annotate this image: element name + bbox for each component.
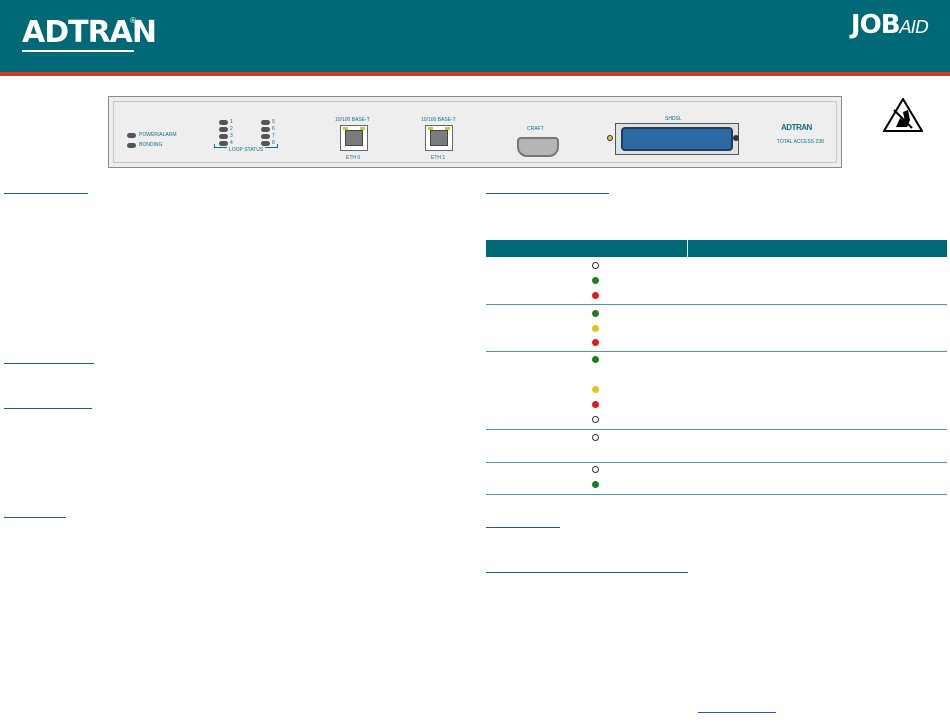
loop-number-5: 5 xyxy=(272,119,275,125)
section-rule-2 xyxy=(4,363,94,364)
led-table-row-divider xyxy=(486,351,947,352)
loop-number-6: 6 xyxy=(272,126,275,132)
led-table-row-divider xyxy=(486,429,947,430)
shdsl-right-screw xyxy=(733,135,739,141)
bonding-led xyxy=(127,143,136,148)
loop-led-2 xyxy=(219,127,228,132)
led-dot-yellow xyxy=(592,386,599,393)
led-dot-red xyxy=(592,401,599,408)
led-dot-off xyxy=(592,466,599,473)
led-table-row-divider xyxy=(486,304,947,305)
header-rule xyxy=(0,72,950,76)
esd-warning-icon xyxy=(883,98,923,132)
eth1-link-led xyxy=(428,127,433,130)
led-dot-green xyxy=(592,356,599,363)
eth1-activity-led xyxy=(445,127,450,130)
section-rule-6 xyxy=(486,527,560,528)
led-dot-green xyxy=(592,277,599,284)
led-table-bottom-rule xyxy=(486,494,947,495)
loop-led-3 xyxy=(219,134,228,139)
led-dot-yellow xyxy=(592,325,599,332)
section-rule-1 xyxy=(4,193,88,194)
eth0-activity-led xyxy=(360,127,365,130)
front-panel-illustration: POWER/ALARM BONDING 1 2 3 4 5 6 7 8 LOOP… xyxy=(108,96,842,168)
led-dot-off xyxy=(592,434,599,441)
header-bar: ADTRAN ® JOBAID xyxy=(0,0,950,72)
craft-port xyxy=(517,137,559,157)
loop-number-3: 3 xyxy=(230,133,233,139)
panel-adtran-logo: ADTRAN xyxy=(781,123,812,132)
shdsl-left-screw xyxy=(607,135,613,141)
eth1-port-socket xyxy=(430,130,448,146)
led-dot-green xyxy=(592,481,599,488)
led-table-header xyxy=(486,240,947,257)
shdsl-connector xyxy=(621,127,733,151)
hyperlink-underline[interactable] xyxy=(698,712,776,713)
loop-led-1 xyxy=(219,120,228,125)
led-dot-off xyxy=(592,416,599,423)
model-label: TOTAL ACCESS 238 xyxy=(777,139,824,145)
power-alarm-label: POWER/ALARM xyxy=(139,132,177,138)
job-aid-page: ADTRAN ® JOBAID POWER/ALARM BONDING 1 2 … xyxy=(0,0,950,725)
loop-led-6 xyxy=(261,127,270,132)
eth0-label: ETH 0 xyxy=(346,155,361,161)
loop-status-label: LOOP STATUS xyxy=(227,147,266,153)
job-aid-prefix: JOB xyxy=(850,10,901,40)
eth0-speed-label: 10/100 BASE-T xyxy=(335,117,370,123)
led-dot-red xyxy=(592,339,599,346)
power-alarm-led xyxy=(127,133,136,138)
eth1-port xyxy=(425,125,453,151)
eth1-speed-label: 10/100 BASE-T xyxy=(421,117,456,123)
logo-underline xyxy=(22,50,134,52)
section-rule-7 xyxy=(486,572,688,573)
eth1-label: ETH 1 xyxy=(431,155,446,161)
eth0-port xyxy=(340,125,368,151)
led-dot-red xyxy=(592,292,599,299)
led-dot-off xyxy=(592,262,599,269)
job-aid-logo: JOBAID xyxy=(850,10,930,40)
loop-led-5 xyxy=(261,120,270,125)
craft-label: CRAFT xyxy=(527,126,544,132)
job-aid-suffix: AID xyxy=(899,17,930,38)
loop-number-7: 7 xyxy=(272,133,275,139)
section-rule-5 xyxy=(486,193,609,194)
led-table-header-divider xyxy=(687,240,688,257)
shdsl-label: SHDSL xyxy=(665,116,682,122)
loop-number-2: 2 xyxy=(230,126,233,132)
led-dot-green xyxy=(592,310,599,317)
bonding-label: BONDING xyxy=(139,142,163,148)
loop-number-1: 1 xyxy=(230,119,233,125)
section-rule-4 xyxy=(4,517,66,518)
registered-mark: ® xyxy=(130,16,136,25)
eth0-link-led xyxy=(343,127,348,130)
eth0-port-socket xyxy=(345,130,363,146)
section-rule-3 xyxy=(4,408,92,409)
loop-led-7 xyxy=(261,134,270,139)
led-table-row-divider xyxy=(486,462,947,463)
